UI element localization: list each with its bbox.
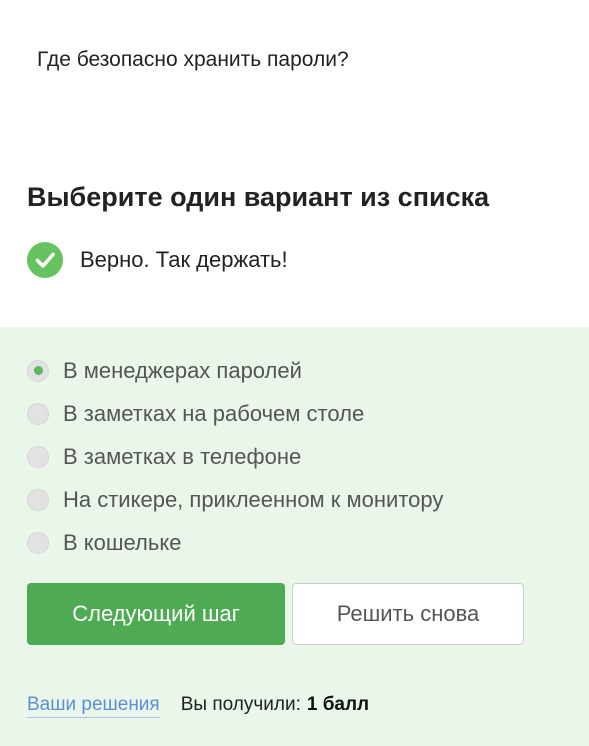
solve-again-button[interactable]: Решить снова (292, 583, 524, 645)
answer-panel: В менеджерах паролей В заметках на рабоч… (0, 327, 589, 746)
next-step-button[interactable]: Следующий шаг (27, 583, 285, 645)
your-solutions-link[interactable]: Ваши решения (27, 694, 160, 718)
option-item[interactable]: В заметках в телефоне (27, 435, 443, 478)
radio-button[interactable] (27, 531, 49, 554)
radio-selected-dot (33, 366, 43, 375)
option-item[interactable]: В кошельке (27, 521, 443, 564)
option-label: В менеджерах паролей (63, 357, 302, 383)
radio-button[interactable] (27, 445, 49, 468)
option-item[interactable]: В заметках на рабочем столе (27, 392, 443, 435)
footer: Ваши решения Вы получили: 1 балл (27, 694, 369, 718)
radio-button[interactable] (27, 488, 49, 511)
option-item[interactable]: На стикере, приклеенном к монитору (27, 478, 443, 521)
check-circle-icon (27, 242, 63, 278)
radio-button[interactable] (27, 359, 49, 382)
option-item[interactable]: В менеджерах паролей (27, 349, 443, 392)
feedback-message: Верно. Так держать! (27, 242, 288, 278)
option-label: На стикере, приклеенном к монитору (63, 486, 444, 512)
option-label: В заметках в телефоне (63, 443, 302, 469)
question-text: Где безопасно хранить пароли? (37, 48, 349, 71)
score-value: 1 балл (306, 694, 370, 715)
radio-button[interactable] (27, 402, 49, 425)
options-list: В менеджерах паролей В заметках на рабоч… (27, 349, 443, 564)
score-label: Вы получили: (180, 694, 301, 715)
option-label: В заметках на рабочем столе (63, 400, 365, 426)
feedback-text: Верно. Так держать! (80, 247, 288, 272)
instruction-heading: Выберите один вариант из списка (27, 182, 490, 212)
option-label: В кошельке (63, 529, 182, 555)
